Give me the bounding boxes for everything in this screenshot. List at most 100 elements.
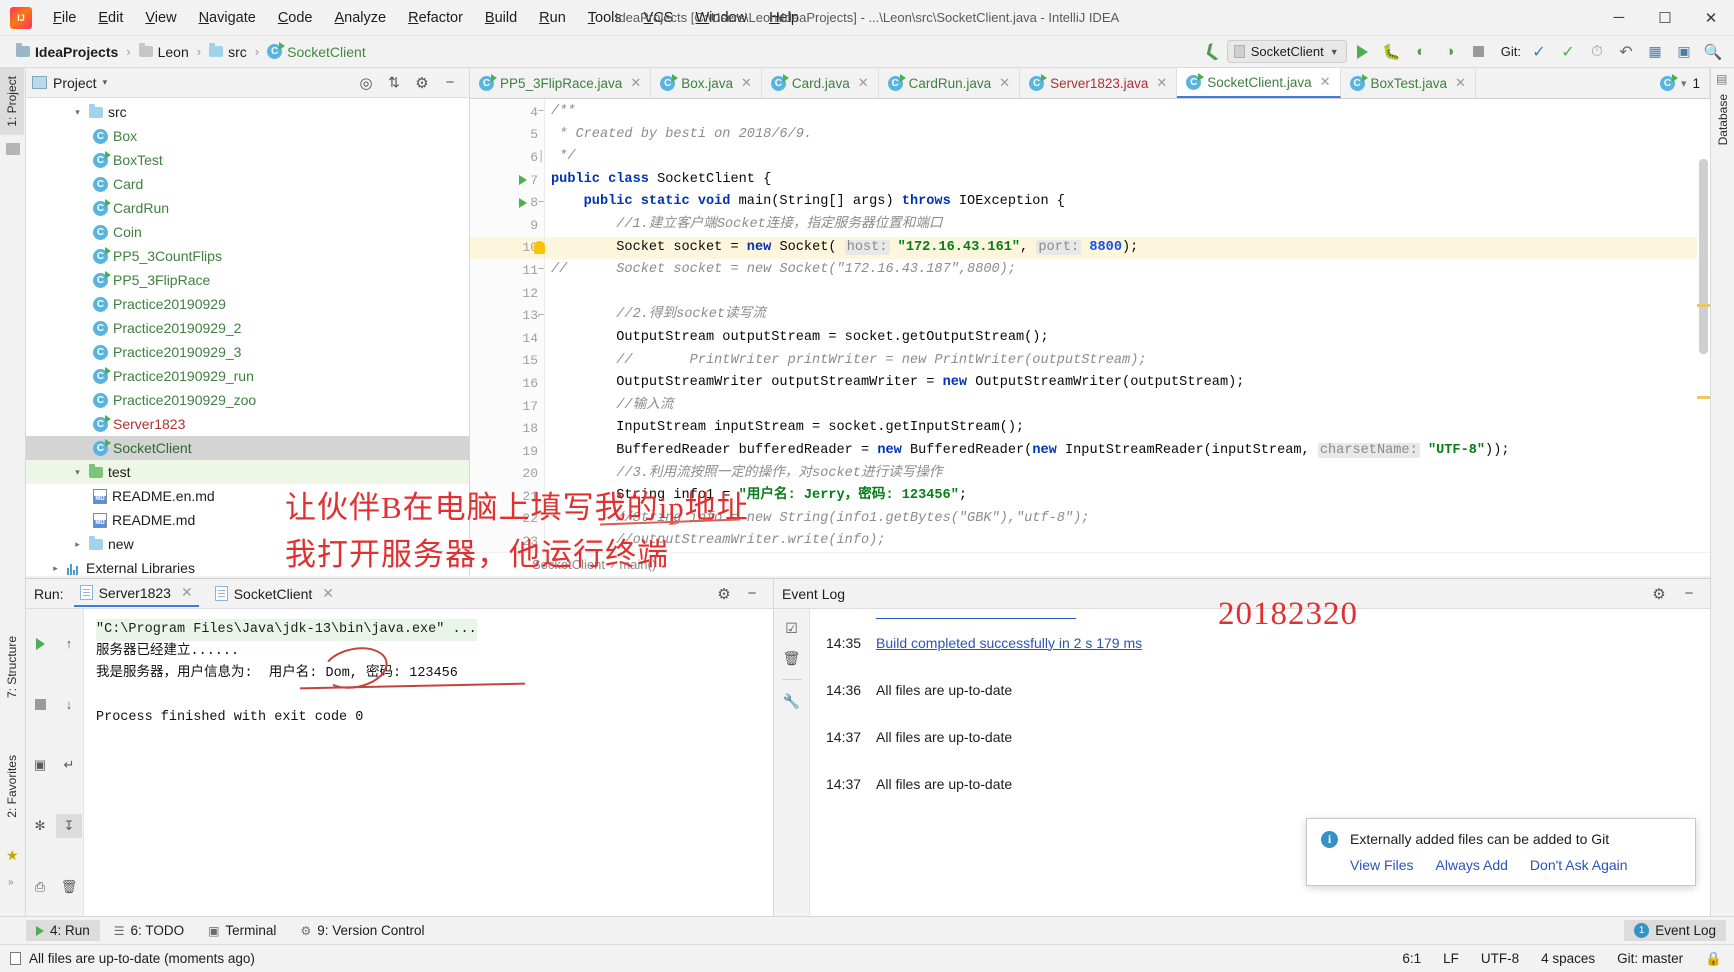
gutter-line-11[interactable]: −11 xyxy=(470,259,544,282)
layout-icon[interactable]: ▣ xyxy=(1671,40,1697,64)
run-gutter-icon[interactable] xyxy=(516,196,530,210)
minimize-button[interactable]: ─ xyxy=(1596,1,1642,35)
menu-file[interactable]: File xyxy=(42,6,87,30)
rerun-icon[interactable] xyxy=(27,632,53,656)
up-arrow-icon[interactable]: ↑ xyxy=(56,632,82,656)
editor-tab-box-java[interactable]: C Box.java ✕ xyxy=(651,68,762,98)
locate-icon[interactable]: ◎ xyxy=(353,71,379,95)
gutter-line-15[interactable]: 15 xyxy=(470,350,544,373)
tree-node-practice20190929-zoo[interactable]: C Practice20190929_zoo xyxy=(26,388,469,412)
gutter-line-23[interactable]: 23 xyxy=(470,530,544,553)
run-tab-socketclient[interactable]: SocketClient ✕ xyxy=(209,581,340,606)
bottom-tab-terminal[interactable]: ▣ Terminal xyxy=(198,920,286,941)
expand-rail-icon[interactable]: » xyxy=(8,877,14,888)
git-history-icon[interactable]: ⏱ xyxy=(1584,40,1610,64)
code-line-4[interactable]: /** xyxy=(545,101,1710,124)
gutter-line-16[interactable]: 16 xyxy=(470,372,544,395)
breadcrumb-src[interactable]: src xyxy=(205,42,251,62)
close-icon[interactable]: ✕ xyxy=(322,585,334,602)
stop-icon[interactable] xyxy=(1466,40,1492,64)
git-update-icon[interactable]: ✓ xyxy=(1526,40,1552,64)
menu-navigate[interactable]: Navigate xyxy=(188,6,267,30)
menu-analyze[interactable]: Analyze xyxy=(324,6,398,30)
gutter-line-12[interactable]: 12 xyxy=(470,282,544,305)
code-editor[interactable]: −4 5 │ 6 7−8 9 10−11 12 ⌐ 13 14 15 16 17 18 19 20 21 22 23 … xyxy=(470,99,1710,576)
caret-position[interactable]: 6:1 xyxy=(1402,951,1421,966)
code-line-15[interactable]: // PrintWriter printWriter = new PrintWr… xyxy=(545,350,1710,373)
settings-icon[interactable]: ▦ xyxy=(1642,40,1668,64)
close-icon[interactable]: ✕ xyxy=(858,75,869,91)
tree-node-test[interactable]: ▾ test xyxy=(26,460,469,484)
gutter-line-17[interactable]: 17 xyxy=(470,395,544,418)
editor-code-content[interactable]: /** * Created by besti on 2018/6/9. */ pu… xyxy=(545,99,1710,576)
breadcrumb-socketclient[interactable]: C SocketClient xyxy=(263,42,370,62)
rail-tab-project[interactable]: 1: Project xyxy=(0,68,24,135)
tree-node-practice20190929-run[interactable]: C Practice20190929_run xyxy=(26,364,469,388)
back-arrow-icon[interactable]: ❮ xyxy=(1194,36,1227,67)
gutter-line-6[interactable]: │ 6 xyxy=(470,146,544,169)
code-line-21[interactable]: String info1 = "用户名: Jerry，密码: 123456"; xyxy=(545,485,1710,508)
gutter-line-21[interactable]: 21 xyxy=(470,485,544,508)
editor-tab-boxtest-java[interactable]: C BoxTest.java ✕ xyxy=(1341,68,1476,98)
tree-node-practice20190929[interactable]: C Practice20190929 xyxy=(26,292,469,316)
lock-icon[interactable]: 🔒 xyxy=(1705,951,1722,967)
tree-node-socketclient[interactable]: C SocketClient xyxy=(26,436,469,460)
editor-breadcrumb-method[interactable]: main() xyxy=(619,557,656,572)
code-line-16[interactable]: OutputStreamWriter outputStreamWriter = … xyxy=(545,372,1710,395)
gutter-line-4[interactable]: −4 xyxy=(470,101,544,124)
close-icon[interactable]: ✕ xyxy=(741,75,752,91)
run-configuration-selector[interactable]: SocketClient ▼ xyxy=(1226,40,1347,63)
editor-tab-card-java[interactable]: C Card.java ✕ xyxy=(762,68,879,98)
gutter-line-7[interactable]: 7 xyxy=(470,169,544,192)
code-line-13[interactable]: //2.得到socket读写流 xyxy=(545,304,1710,327)
maximize-button[interactable]: ☐ xyxy=(1642,1,1688,35)
tree-node-practice20190929-2[interactable]: C Practice20190929_2 xyxy=(26,316,469,340)
hide-icon[interactable]: − xyxy=(739,582,765,606)
menu-run[interactable]: Run xyxy=(528,6,577,30)
tree-node-pp5-3fliprace[interactable]: C PP5_3FlipRace xyxy=(26,268,469,292)
wrench-icon[interactable]: 🔧 xyxy=(780,690,804,712)
editor-tab-socketclient-java[interactable]: C SocketClient.java ✕ xyxy=(1177,68,1341,98)
close-icon[interactable]: ✕ xyxy=(1320,74,1331,90)
chevron-down-icon[interactable]: ▾ xyxy=(71,107,84,118)
menu-help[interactable]: Help xyxy=(758,6,810,30)
breadcrumb-leon[interactable]: Leon xyxy=(135,42,193,62)
menu-edit[interactable]: Edit xyxy=(87,6,134,30)
close-icon[interactable]: ✕ xyxy=(999,75,1010,91)
run-gutter-icon[interactable] xyxy=(516,173,530,187)
intention-bulb-icon[interactable] xyxy=(532,241,546,255)
editor-gutter[interactable]: −4 5 │ 6 7 −8 9 10−11 12 ⌐ 13 14 15 16 17 18 19 20 21 22 23 xyxy=(470,99,545,576)
event-message[interactable]: Build completed successfully in 2 s 179 … xyxy=(876,635,1142,651)
close-icon[interactable]: ✕ xyxy=(1156,75,1167,91)
menu-build[interactable]: Build xyxy=(474,6,528,30)
collapse-all-icon[interactable]: ⇅ xyxy=(381,71,407,95)
stop-icon[interactable] xyxy=(27,693,53,717)
code-line-10[interactable]: Socket socket = new Socket( host: "172.1… xyxy=(545,236,1710,260)
gutter-line-18[interactable]: 18 xyxy=(470,417,544,440)
line-separator[interactable]: LF xyxy=(1443,951,1459,966)
always-add-link[interactable]: Always Add xyxy=(1436,857,1508,873)
code-line-6[interactable]: */ xyxy=(545,146,1710,169)
tree-node-card[interactable]: C Card xyxy=(26,172,469,196)
trash-icon[interactable]: 🗑 xyxy=(780,647,804,669)
gutter-line-9[interactable]: 9 xyxy=(470,214,544,237)
bottom-tab-todo[interactable]: ☰ 6: TODO xyxy=(104,920,194,941)
gear-icon[interactable]: ⚙ xyxy=(409,71,435,95)
tree-node-boxtest[interactable]: C BoxTest xyxy=(26,148,469,172)
gutter-line-20[interactable]: 20 xyxy=(470,463,544,486)
tree-node-coin[interactable]: C Coin xyxy=(26,220,469,244)
menu-vcs[interactable]: VCS xyxy=(633,6,685,30)
code-line-23[interactable]: //outputStreamWriter.write(info); xyxy=(545,530,1710,553)
code-line-11[interactable]: // Socket socket = new Socket("172.16.43… xyxy=(545,259,1710,282)
mark-all-read-icon[interactable]: ☑ xyxy=(780,617,804,639)
rail-tab-database[interactable]: Database xyxy=(1711,86,1734,153)
run-icon[interactable] xyxy=(1350,40,1376,64)
tree-node-external-libraries[interactable]: ▸ External Libraries xyxy=(26,556,469,576)
code-line-8[interactable]: public static void main(String[] args) t… xyxy=(545,191,1710,214)
editor-tab-pp5-3fliprace-java[interactable]: C PP5_3FlipRace.java ✕ xyxy=(470,68,652,98)
run-with-coverage-icon[interactable]: ◐ xyxy=(1408,40,1434,64)
tree-node-src[interactable]: ▾ src xyxy=(26,100,469,124)
bottom-tab-version-control[interactable]: ⚙ 9: Version Control xyxy=(290,920,434,941)
tree-node-new[interactable]: ▸ new xyxy=(26,532,469,556)
menu-code[interactable]: Code xyxy=(267,6,324,30)
